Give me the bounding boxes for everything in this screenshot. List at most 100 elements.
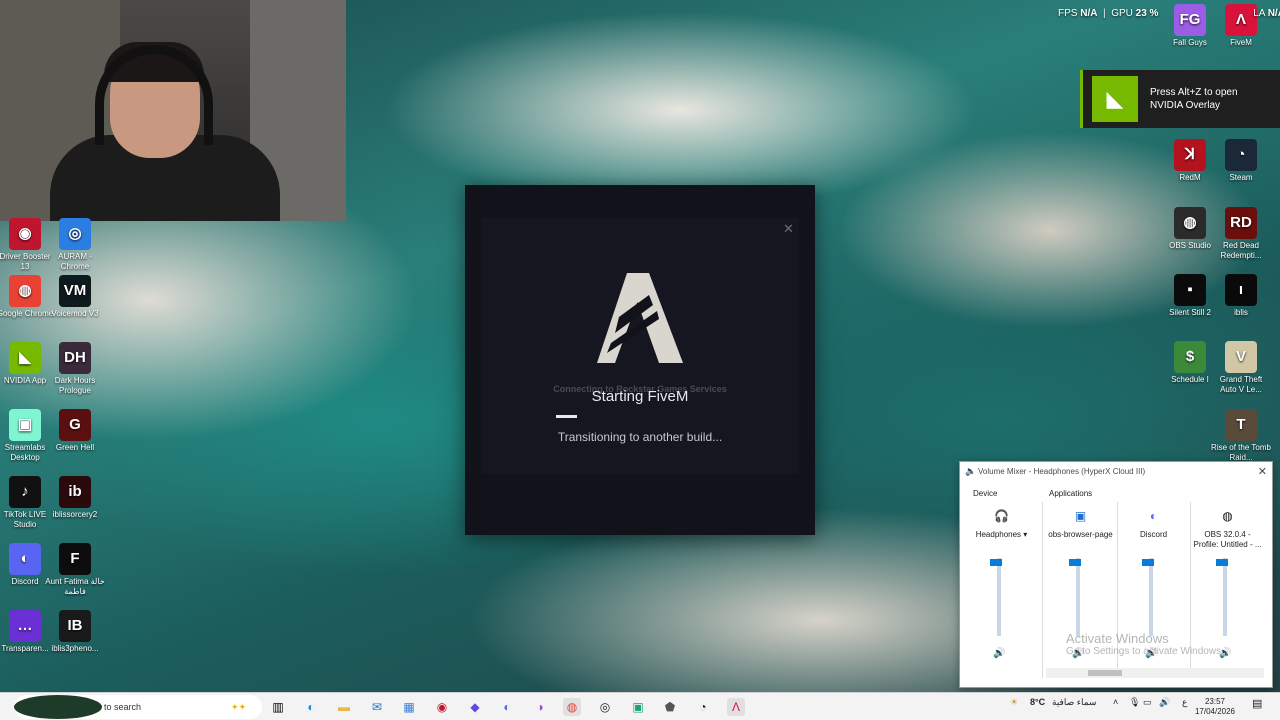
desktop-icon-label: Aunt Fatima خالة فاطمة bbox=[45, 577, 105, 596]
desktop-icon-dark-hours-prologue[interactable]: DH Dark Hours Prologue bbox=[45, 342, 105, 396]
gpu-label: GPU bbox=[1111, 8, 1133, 19]
store-icon[interactable]: ▦ bbox=[400, 698, 418, 716]
watermark-title: Activate Windows bbox=[1066, 631, 1169, 646]
volume-slider-track[interactable] bbox=[1149, 558, 1153, 636]
desktop-icon-iblissorcery2[interactable]: ib iblissorcery2 bbox=[45, 476, 105, 520]
weather-temp[interactable]: 8°C bbox=[1030, 697, 1045, 707]
volume-slider-track[interactable] bbox=[1223, 558, 1227, 636]
volume-slider-thumb[interactable] bbox=[1216, 558, 1228, 566]
obs-icon[interactable]: ◎ bbox=[596, 698, 614, 716]
weather-description[interactable]: سماء صافية bbox=[1052, 697, 1096, 708]
discord-icon[interactable]: ◐ bbox=[498, 698, 516, 716]
discord-alt-icon[interactable]: ◑ bbox=[531, 698, 549, 716]
volume-slider-track[interactable] bbox=[1076, 558, 1080, 636]
desktop-icon-green-hell[interactable]: G Green Hell bbox=[45, 409, 105, 453]
taskbar-search-box[interactable]: to search ✦✦ bbox=[14, 695, 262, 719]
app-icon: ◔ bbox=[1225, 139, 1257, 171]
volume-slider-track[interactable] bbox=[997, 558, 1001, 636]
app-icon: VM bbox=[59, 275, 91, 307]
desktop-icon-aunt-fatima[interactable]: F Aunt Fatima خالة فاطمة bbox=[45, 543, 105, 597]
system-clock[interactable]: 23:57 17/04/2026 bbox=[1190, 697, 1240, 717]
taskbar: to search ✦✦ ▥ ◐ ▬ ✉ ▦ ◉ ◆ ◐ ◑ ◍ ◎ ▣ ⬟ ◔… bbox=[0, 692, 1280, 720]
volume-slider-thumb[interactable] bbox=[1142, 558, 1154, 566]
loading-progress-bar bbox=[556, 415, 577, 418]
copilot-icon[interactable]: ◆ bbox=[466, 698, 484, 716]
language-indicator[interactable]: ع bbox=[1182, 697, 1187, 708]
app-icon: … bbox=[9, 610, 41, 642]
sparkle-icon: ✦✦ bbox=[231, 701, 247, 712]
network-icon[interactable]: ▭ bbox=[1143, 697, 1152, 708]
nvidia-overlay-toast[interactable]: ◣ Press Alt+Z to open NVIDIA Overlay bbox=[1080, 70, 1280, 128]
chevron-up-icon[interactable]: ˄ bbox=[1113, 697, 1118, 707]
volume-slider-thumb[interactable] bbox=[990, 558, 1002, 566]
app-icon: ı bbox=[1225, 274, 1257, 306]
mixer-channel: 🎧 Headphones ▾ 🔊 bbox=[965, 500, 1038, 678]
app-icon: T bbox=[1225, 409, 1257, 441]
search-highlight-icon bbox=[14, 695, 102, 719]
app-icon: $ bbox=[1174, 341, 1206, 373]
outlook-icon[interactable]: ✉ bbox=[368, 698, 386, 716]
microphone-icon[interactable]: 🎙 bbox=[1129, 697, 1140, 708]
volume-icon[interactable]: 🔊 bbox=[1159, 697, 1170, 708]
desktop-icon-voicemod-v3[interactable]: VM Voicemod V3 bbox=[45, 275, 105, 319]
desktop-icon-auram-chrome[interactable]: ◎ AURAM - Chrome bbox=[45, 218, 105, 272]
volume-slider-thumb[interactable] bbox=[1069, 558, 1081, 566]
steam-icon[interactable]: ◔ bbox=[694, 698, 712, 716]
app-icon: ꓘ bbox=[1174, 139, 1206, 171]
nvidia-icon: ◣ bbox=[1092, 76, 1138, 122]
device-label: Device bbox=[973, 489, 998, 498]
app-icon: G bbox=[59, 409, 91, 441]
app-icon: ◐ bbox=[9, 543, 41, 575]
applications-label: Applications bbox=[1049, 489, 1093, 498]
close-icon[interactable]: ✕ bbox=[1258, 465, 1267, 478]
desktop-icon-label: Voicemod V3 bbox=[51, 309, 99, 318]
app-icon: ◍ bbox=[9, 275, 41, 307]
loading-status: Transitioning to another build... bbox=[557, 430, 723, 444]
nvidia-toast-text: Press Alt+Z to open NVIDIA Overlay bbox=[1150, 87, 1238, 111]
notification-icon[interactable]: ▤ bbox=[1252, 697, 1262, 710]
close-icon[interactable]: ✕ bbox=[783, 221, 794, 237]
latency-label: LA bbox=[1253, 8, 1265, 19]
device-selector[interactable]: Headphones ▾ bbox=[965, 530, 1038, 552]
desktop-icon-steam[interactable]: ◔ Steam bbox=[1211, 139, 1271, 183]
desktop-icon-label: Dark Hours Prologue bbox=[54, 376, 96, 395]
channel-name: obs-browser-page bbox=[1048, 530, 1113, 539]
app-icon: V bbox=[1225, 341, 1257, 373]
clock-time: 23:57 bbox=[1204, 697, 1226, 706]
performance-overlay: FPS N/A | GPU 23 % LA N/A bbox=[1058, 8, 1280, 19]
app-icon: RD bbox=[1225, 207, 1257, 239]
shield-icon[interactable]: ⬟ bbox=[661, 698, 679, 716]
desktop-icon-red-dead-redempti[interactable]: RD Red Dead Redempti... bbox=[1211, 207, 1271, 261]
mixer-title: Volume Mixer - Headphones (HyperX Cloud … bbox=[978, 466, 1146, 476]
app-icon: F bbox=[59, 543, 91, 575]
desktop-icon-rise-of-the-tomb-raid[interactable]: T Rise of the Tomb Raid... bbox=[1211, 409, 1271, 463]
webcam-feed bbox=[0, 0, 346, 221]
desktop-icon-iblis3pheno[interactable]: IB iblis3pheno... bbox=[45, 610, 105, 654]
app-icon: ▪ bbox=[1174, 274, 1206, 306]
desktop-icon-label: Red Dead Redempti... bbox=[1220, 241, 1262, 260]
desktop-icon-label: iblis3pheno... bbox=[51, 644, 99, 653]
fps-value: N/A bbox=[1080, 8, 1098, 19]
mixer-horizontal-scrollbar[interactable] bbox=[1046, 668, 1264, 678]
gpu-value: 23 % bbox=[1135, 8, 1159, 19]
task-view-icon[interactable]: ▥ bbox=[269, 698, 287, 716]
desktop-icon-label: AURAM - Chrome bbox=[58, 252, 92, 271]
desktop-icon-iblis[interactable]: ı iblis bbox=[1211, 274, 1271, 318]
edge-icon[interactable]: ◐ bbox=[302, 698, 320, 716]
file-explorer-icon[interactable]: ▬ bbox=[335, 698, 353, 716]
app-icon: IB bbox=[59, 610, 91, 642]
scrollbar-thumb[interactable] bbox=[1088, 670, 1122, 676]
fivem-taskbar-icon[interactable]: Λ bbox=[727, 698, 745, 716]
driver-booster-icon[interactable]: ◉ bbox=[433, 698, 451, 716]
channel-name: Discord bbox=[1139, 530, 1168, 539]
activate-windows-watermark: Activate Windows Go to Settings to activ… bbox=[1066, 631, 1224, 657]
mute-toggle-icon[interactable]: 🔊 bbox=[993, 648, 1005, 659]
chrome-icon[interactable]: ◍ bbox=[563, 698, 581, 716]
mixer-titlebar[interactable]: 🔈 Volume Mixer - Headphones (HyperX Clou… bbox=[960, 462, 1272, 480]
desktop-icon-grand-theft-auto-v-le[interactable]: V Grand Theft Auto V Le... bbox=[1211, 341, 1271, 395]
desktop-icon-label: iblis bbox=[1234, 308, 1248, 317]
desktop-icon-label: Green Hell bbox=[55, 443, 95, 452]
fivem-logo-icon bbox=[597, 273, 683, 363]
streamlabs-icon[interactable]: ▣ bbox=[629, 698, 647, 716]
app-icon: ▣ bbox=[9, 409, 41, 441]
